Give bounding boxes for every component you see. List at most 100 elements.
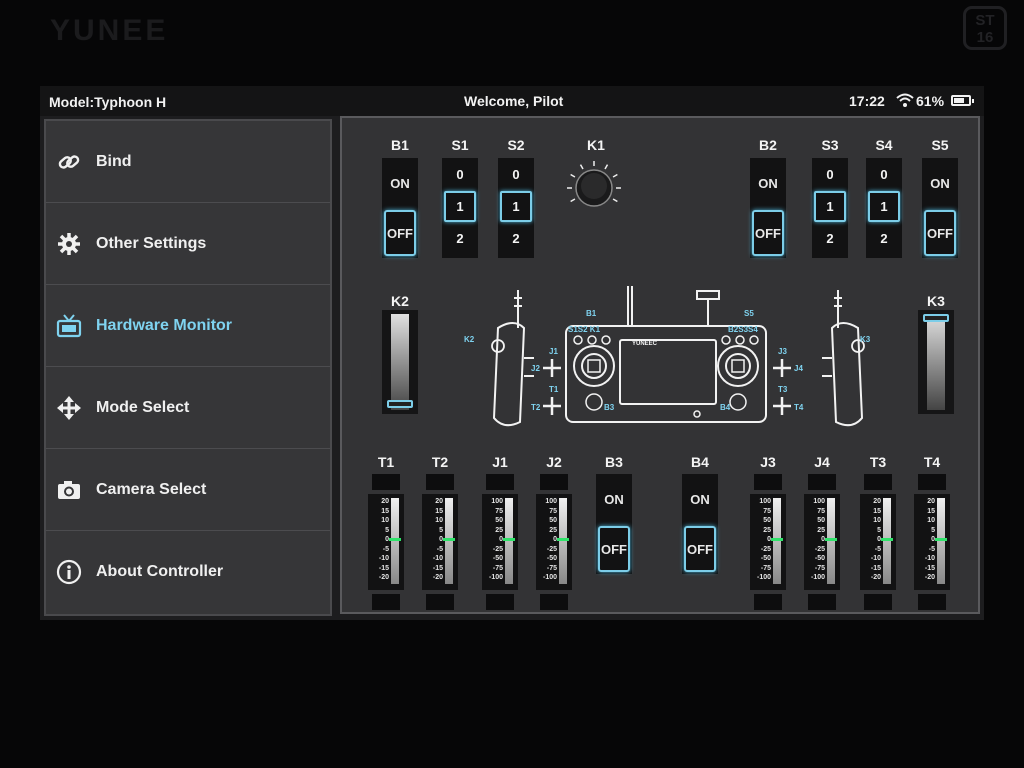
gauge-j4: 100 75 50 25 0 -25 -50 -75 -100 [804,494,840,590]
gauge-indicator [557,538,569,541]
hardware-monitor-panel: YUNEEC B1 S1S2 K1 S5 B2S3S4 B3 B4 J1 J2 T1 T2 J3 J4 T… [340,116,980,614]
gauge-tick-label: 10 [927,517,935,524]
switch-position: 0 [880,167,888,182]
move-arrows-icon [56,395,82,421]
dpad-1 [585,393,603,411]
gauge-tick-label: 25 [763,526,771,534]
diagram-label-b3: B3 [604,403,615,412]
stick-cap-2 [731,359,745,373]
gauge-scale: 20 15 10 5 0 -5 -10 -15 -20 [861,497,881,583]
badge-bottom: 16 [976,29,994,46]
button-s5[interactable]: ON OFF [922,158,958,258]
channel-label-b4: B4 [691,454,709,470]
gauge-tick-label: 25 [817,526,825,534]
gauge-tick-label: -25 [760,545,771,553]
gauge-bar [827,498,835,584]
gauge-tick-label: 100 [545,498,557,505]
gauge-tick-label: -10 [432,555,443,562]
gauge-tick-label: -5 [382,545,389,553]
switch-s4 [735,335,745,345]
gauge-tick-label: 75 [549,507,557,515]
sidebar-item-label: Bind [96,152,132,170]
slider-thumb[interactable] [923,314,949,322]
gauge-t2: 20 15 10 5 0 -5 -10 -15 -20 [422,494,458,590]
channel-label-j4: J4 [814,454,830,470]
switch-s4[interactable]: 0 1 2 [866,158,902,258]
switch-position: 1 [444,191,476,222]
slider-k2[interactable] [382,310,418,414]
switch-s1[interactable]: 0 1 2 [442,158,478,258]
switch-s3[interactable]: 0 1 2 [812,158,848,258]
sidebar: Bind Other Settings Hardware Monitor Mode S… [44,119,332,616]
button-on-label: ON [690,491,710,507]
switch-label-s2: S2 [507,137,525,153]
switch-label-k1: K1 [587,137,605,153]
gauge-cap [486,594,514,610]
button-on-label: ON [930,175,950,191]
gauge-tick-label: 50 [817,517,825,524]
slider-k3[interactable] [918,310,954,414]
switch-label-b1: B1 [391,137,409,153]
gauge-tick-label: 20 [873,498,881,505]
gauge-tick-label: 0 [553,536,557,543]
switch-label-s3: S3 [821,137,839,153]
gauge-tick-label: 20 [381,498,389,505]
diagram-label-b1: B1 [586,309,597,318]
button-b2[interactable]: ON OFF [750,158,786,258]
diagram-label-b4: B4 [720,403,731,412]
gauge-t1: 20 15 10 5 0 -5 -10 -15 -20 [368,494,404,590]
gauge-tick-label: -50 [760,555,771,562]
diagram-label-j2: J2 [531,364,540,373]
switch-s2[interactable]: 0 1 2 [498,158,534,258]
button-off-label: OFF [684,526,716,572]
antenna-right-head [696,290,720,300]
switch-position: 1 [814,191,846,222]
gauge-indicator [771,538,783,541]
diagram-label-k3: K3 [860,335,871,344]
sidebar-item-mode-select[interactable]: Mode Select [46,367,330,449]
sidebar-item-hardware-monitor[interactable]: Hardware Monitor [46,285,330,367]
gauge-tick-label: -10 [378,555,389,562]
gauge-cap [918,594,946,610]
channel-label-t4: T4 [923,454,941,470]
sidebar-item-label: Camera Select [96,480,207,498]
diagram-label-t4: T4 [794,403,804,412]
slider-thumb[interactable] [387,400,413,408]
gauge-cap [864,594,892,610]
switch-position: 1 [868,191,900,222]
gauge-tick-label: 50 [763,517,771,524]
switch-s3 [721,335,731,345]
sidebar-item-label: Hardware Monitor [96,316,233,334]
button-b1[interactable]: ON OFF [382,158,418,258]
gauge-bar [937,498,945,584]
sidebar-item-other-settings[interactable]: Other Settings [46,203,330,285]
knob-k1-dial[interactable] [564,158,624,218]
gauge-tick-label: 0 [767,536,771,543]
gauge-j2: 100 75 50 25 0 -25 -50 -75 -100 [536,494,572,590]
side-view-right-body [830,322,864,427]
gauge-tick-label: -5 [874,545,881,553]
gauge-tick-label: 75 [817,507,825,515]
side-view-left-body [492,322,526,427]
diagram-label-b2s3s4: B2S3S4 [728,325,758,334]
channel-label-j3: J3 [760,454,776,470]
sidebar-item-bind[interactable]: Bind [46,121,330,203]
gauge-tick-label: 20 [927,498,935,505]
gauge-bar [559,498,567,584]
stick-inner-1 [581,353,607,379]
button-b4[interactable]: ON OFF [682,474,718,574]
sidebar-item-about-controller[interactable]: About Controller [46,531,330,613]
gauge-tick-label: 0 [439,536,443,543]
dpad-2 [729,393,747,411]
gauge-tick-label: 5 [385,526,389,534]
gauge-tick-label: 5 [877,526,881,534]
diagram-label-t1: T1 [549,385,559,394]
gauge-scale: 100 75 50 25 0 -25 -50 -75 -100 [537,497,557,583]
sidebar-item-camera-select[interactable]: Camera Select [46,449,330,531]
button-on-label: ON [758,175,778,191]
button-b3[interactable]: ON OFF [596,474,632,574]
gauge-scale: 100 75 50 25 0 -25 -50 -75 -100 [751,497,771,583]
switch-position: 2 [456,231,464,246]
welcome-text: Welcome, Pilot [464,93,564,109]
gauge-cap [486,474,514,490]
